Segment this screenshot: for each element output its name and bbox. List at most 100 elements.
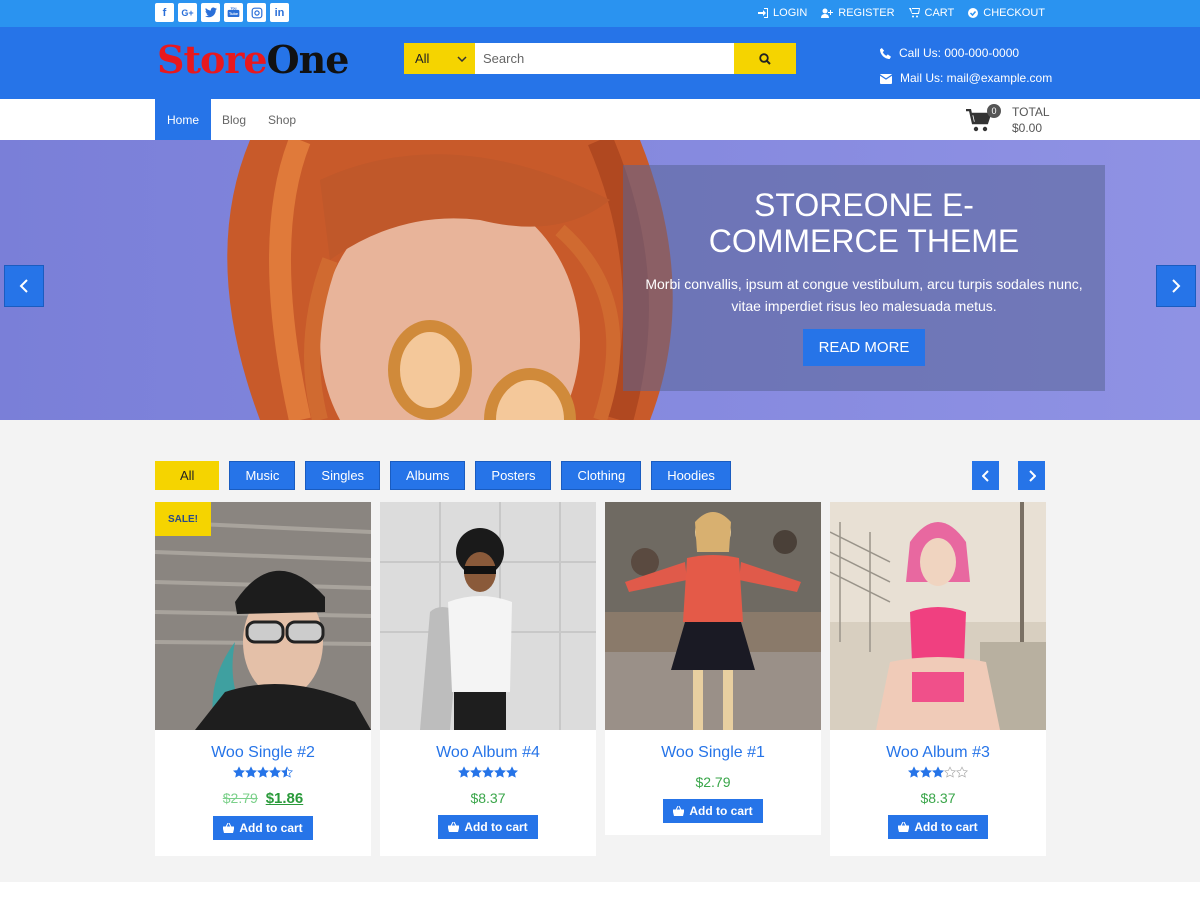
svg-text:Tube: Tube [229,11,239,16]
read-more-button[interactable]: READ MORE [802,329,926,366]
star-icon [245,766,257,778]
add-to-cart-button[interactable]: Add to cart [438,815,538,839]
slide-description: Morbi convallis, ipsum at congue vestibu… [645,276,1083,314]
product-card: Woo Album #4 $8.37 Add to cart [380,502,596,856]
instagram-icon[interactable] [247,3,266,22]
star-rating [830,766,1046,780]
linkedin-icon[interactable]: in [270,3,289,22]
star-rating [155,766,371,780]
product-title[interactable]: Woo Single #2 [155,744,371,762]
google-plus-icon[interactable]: G+ [178,3,197,22]
chevron-right-icon [1028,469,1036,482]
user-plus-icon [821,8,834,18]
chevron-left-icon [981,469,989,482]
cart-icon: 0 [966,104,1001,134]
chevron-right-icon [1172,279,1181,293]
chevron-left-icon [19,279,28,293]
site-header: StoreOne All Search Call Us: 000-000-000… [0,27,1200,99]
product-image[interactable]: SALE! [155,502,371,730]
star-icon [257,766,269,778]
register-link[interactable]: REGISTER [821,7,895,19]
filter-music[interactable]: Music [229,461,296,490]
youtube-icon[interactable]: Tube You [224,3,243,22]
twitter-icon[interactable] [201,3,220,22]
product-price: $8.37 [470,790,506,806]
products-prev-button[interactable] [972,461,999,490]
sale-badge: SALE! [155,502,211,536]
search-category-select[interactable]: All [404,43,475,74]
search-bar: All Search [404,43,796,74]
product-card: Woo Album #3 $8.37 Add to cart [830,502,1046,856]
star-icon [233,766,245,778]
cart-total: TOTAL $0.00 [1012,105,1050,135]
add-to-cart-button[interactable]: Add to cart [888,815,988,839]
star-icon [932,766,944,778]
cart-link[interactable]: CART [908,7,954,19]
sign-in-icon [758,8,769,18]
filter-all[interactable]: All [155,461,220,490]
product-title[interactable]: Woo Single #1 [605,744,821,762]
slide-title: STOREONE E-COMMERCE THEME [708,187,1020,259]
phone-info: Call Us: 000-000-0000 [880,41,1052,66]
filter-clothing[interactable]: Clothing [561,461,642,490]
product-card: SALE! Woo Single #2 $2.79 $1.86 Add to c… [155,502,371,856]
top-bar: f G+ Tube You in LOGIN REGISTER CART CHEC… [0,0,1200,27]
facebook-icon[interactable]: f [155,3,174,22]
star-icon [944,766,956,778]
basket-icon [223,823,235,833]
email-info: Mail Us: mail@example.com [880,66,1052,91]
account-links: LOGIN REGISTER CART CHECKOUT [758,7,1045,19]
cart-count-badge: 0 [987,104,1001,118]
mini-cart[interactable]: 0 TOTAL $0.00 [966,104,1050,136]
filter-posters[interactable]: Posters [475,461,552,490]
product-price: $2.79 $1.86 [155,790,371,807]
check-circle-icon [968,8,979,18]
nav-item-blog[interactable]: Blog [211,99,257,140]
nav-item-home[interactable]: Home [155,99,212,140]
sale-price: $1.86 [265,790,304,807]
phone-icon [880,48,891,59]
nav-menu: Home Blog Shop [155,99,307,140]
product-title[interactable]: Woo Album #4 [380,744,596,762]
filter-singles[interactable]: Singles [305,461,381,490]
category-filters: All Music Singles Albums Posters Clothin… [155,461,731,490]
original-price: $2.79 [222,790,258,806]
search-button[interactable] [734,43,796,74]
star-icon [269,766,281,778]
chevron-down-icon [457,55,467,62]
envelope-icon [880,73,892,84]
star-icon [908,766,920,778]
login-link[interactable]: LOGIN [758,7,807,19]
add-to-cart-button[interactable]: Add to cart [663,799,763,823]
product-title[interactable]: Woo Album #3 [830,744,1046,762]
checkout-link[interactable]: CHECKOUT [968,7,1045,19]
star-rating [380,766,596,780]
product-price: $2.79 [695,774,731,790]
star-icon [458,766,470,778]
star-icon [494,766,506,778]
basket-icon [673,806,685,816]
contact-info: Call Us: 000-000-0000 Mail Us: mail@exam… [880,41,1052,91]
slider-prev-button[interactable] [4,265,44,307]
star-icon [470,766,482,778]
products-next-button[interactable] [1018,461,1045,490]
filter-albums[interactable]: Albums [390,461,466,490]
filter-hoodies[interactable]: Hoodies [651,461,731,490]
product-price: $8.37 [920,790,956,806]
product-grid: SALE! Woo Single #2 $2.79 $1.86 Add to c… [155,502,1046,856]
star-icon [281,766,293,778]
product-image[interactable] [605,502,821,730]
site-logo[interactable]: StoreOne [157,37,349,82]
nav-item-shop[interactable]: Shop [257,99,307,140]
search-input[interactable]: Search [475,43,734,74]
product-image[interactable] [830,502,1046,730]
add-to-cart-button[interactable]: Add to cart [213,816,313,840]
main-navigation: Home Blog Shop 0 TOTAL $0.00 [0,99,1200,140]
shopping-cart-icon [908,8,920,18]
star-icon [482,766,494,778]
slider-next-button[interactable] [1156,265,1196,307]
product-card: Woo Single #1 $2.79 Add to cart [605,502,821,835]
search-icon [759,52,771,65]
product-image[interactable] [380,502,596,730]
social-links: f G+ Tube You in [155,3,289,22]
